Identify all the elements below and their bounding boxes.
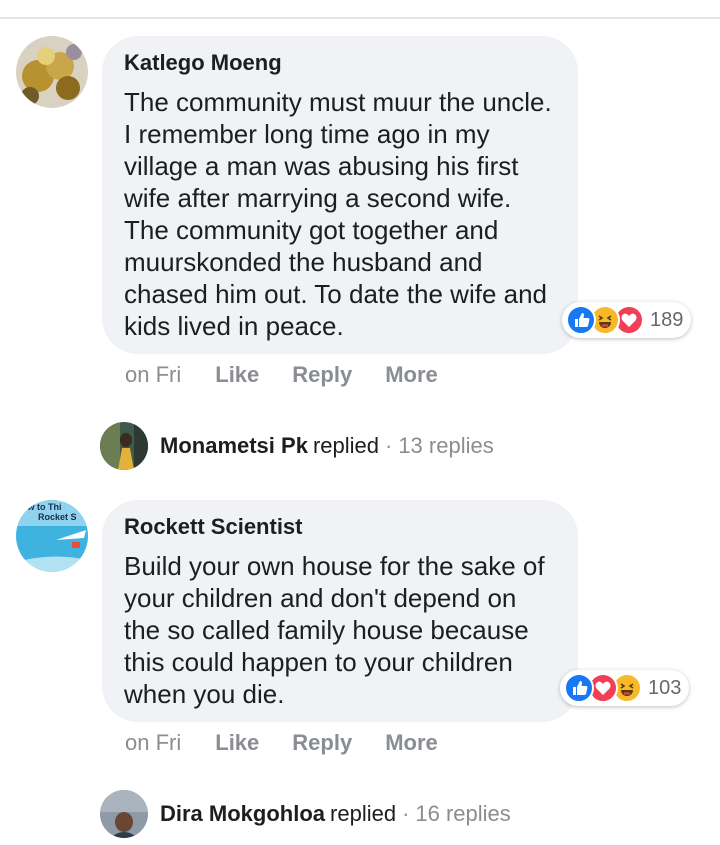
reply-count: 13 replies bbox=[398, 433, 494, 458]
reply-avatar bbox=[100, 422, 148, 470]
reaction-count: 189 bbox=[650, 308, 684, 331]
like-reaction-icon bbox=[564, 673, 594, 703]
comment-text: Build your own house for the sake of you… bbox=[124, 551, 545, 709]
reply-count: 16 replies bbox=[415, 801, 511, 826]
reply-button[interactable]: Reply bbox=[292, 730, 352, 756]
separator-dot: · bbox=[384, 433, 393, 458]
view-replies-link[interactable]: Monametsi Pk replied · 13 replies bbox=[100, 422, 494, 470]
like-button[interactable]: Like bbox=[215, 362, 259, 388]
reaction-count: 103 bbox=[648, 676, 682, 699]
more-button[interactable]: More bbox=[385, 362, 438, 388]
comment-author[interactable]: Rockett Scientist bbox=[124, 514, 556, 540]
like-button[interactable]: Like bbox=[215, 730, 259, 756]
reaction-summary[interactable]: 103 bbox=[560, 670, 690, 706]
reaction-summary[interactable]: 189 bbox=[562, 302, 692, 338]
avatar-caption-line-1: ow to Thi bbox=[22, 502, 62, 512]
comment-bubble: Rockett Scientist Build your own house f… bbox=[102, 500, 578, 722]
comment-timestamp[interactable]: on Fri bbox=[125, 362, 181, 388]
comment-bubble: Katlego Moeng The community must muur th… bbox=[102, 36, 578, 354]
more-button[interactable]: More bbox=[385, 730, 438, 756]
reply-avatar bbox=[100, 790, 148, 838]
reply-button[interactable]: Reply bbox=[292, 362, 352, 388]
replier-name: Dira Mokgohloa bbox=[160, 801, 326, 826]
view-replies-link[interactable]: Dira Mokgohloa replied · 16 replies bbox=[100, 790, 511, 838]
top-divider bbox=[0, 17, 720, 19]
avatar-caption-line-2: Rocket S bbox=[38, 512, 77, 522]
comment-text: The community must muur the uncle. I rem… bbox=[124, 87, 552, 341]
like-reaction-icon bbox=[566, 305, 596, 335]
avatar[interactable]: ow to Thi Rocket S bbox=[16, 500, 88, 572]
comment-actions: on Fri Like Reply More bbox=[125, 362, 471, 388]
separator-dot: · bbox=[402, 801, 410, 826]
comment-author[interactable]: Katlego Moeng bbox=[124, 50, 556, 76]
replied-label: replied bbox=[312, 433, 379, 458]
comment-actions: on Fri Like Reply More bbox=[125, 730, 471, 756]
replied-label: replied bbox=[330, 801, 397, 826]
comment-timestamp[interactable]: on Fri bbox=[125, 730, 181, 756]
avatar[interactable] bbox=[16, 36, 88, 108]
replier-name: Monametsi Pk bbox=[160, 433, 308, 458]
